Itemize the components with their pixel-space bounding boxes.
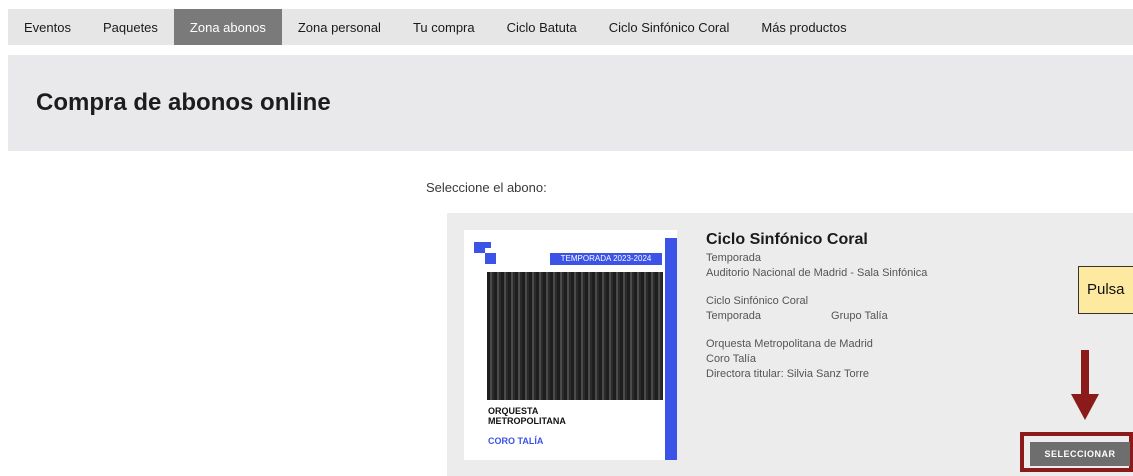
subscription-director: Directora titular: Silvia Sanz Torre [706,368,870,380]
subscription-name: Ciclo Sinfónico Coral [706,231,868,248]
top-nav: Eventos Paquetes Zona abonos Zona person… [8,9,1133,45]
poster-season-label: TEMPORADA 2023-2024 [550,253,662,265]
subscription-venue: Auditorio Nacional de Madrid - Sala Sinf… [706,267,928,279]
nav-item-tu-compra[interactable]: Tu compra [397,9,491,45]
orchestra-photo [487,272,663,400]
nav-item-paquetes[interactable]: Paquetes [87,9,174,45]
logo-icon [474,242,496,264]
nav-item-ciclo-batuta[interactable]: Ciclo Batuta [491,9,593,45]
subscription-season: Temporada [706,252,762,264]
page-title: Compra de abonos online [36,89,331,116]
nav-item-zona-personal[interactable]: Zona personal [282,9,397,45]
select-subscription-button[interactable]: SELECCIONAR [1030,442,1130,466]
subscription-poster: TEMPORADA 2023-2024 ORQUESTA METROPOLITA… [464,230,677,460]
poster-accent-stripe [665,238,677,460]
subscription-choir: Coro Talía [706,353,756,365]
nav-item-ciclo-sinfonico-coral[interactable]: Ciclo Sinfónico Coral [593,9,746,45]
page-header: Compra de abonos online [8,55,1133,151]
subscription-info: Ciclo Sinfónico Coral Temporada Auditori… [706,231,1106,382]
arrow-down-icon [1071,350,1099,420]
poster-orchestra-title: ORQUESTA METROPOLITANA [488,406,566,426]
select-prompt: Seleccione el abono: [426,180,547,195]
subscription-group: Grupo Talía [831,310,888,322]
subscription-season-group: Temporada Grupo Talía [706,309,1106,324]
nav-item-zona-abonos[interactable]: Zona abonos [173,9,282,45]
instruction-callout: Pulsa [1078,266,1133,314]
subscription-orchestra: Orquesta Metropolitana de Madrid [706,338,873,350]
nav-item-mas-productos[interactable]: Más productos [745,9,862,45]
poster-choir-title: CORO TALÍA [488,436,544,446]
subscription-season-2: Temporada [706,310,762,322]
nav-item-eventos[interactable]: Eventos [8,9,87,45]
subscription-cycle: Ciclo Sinfónico Coral [706,295,809,307]
